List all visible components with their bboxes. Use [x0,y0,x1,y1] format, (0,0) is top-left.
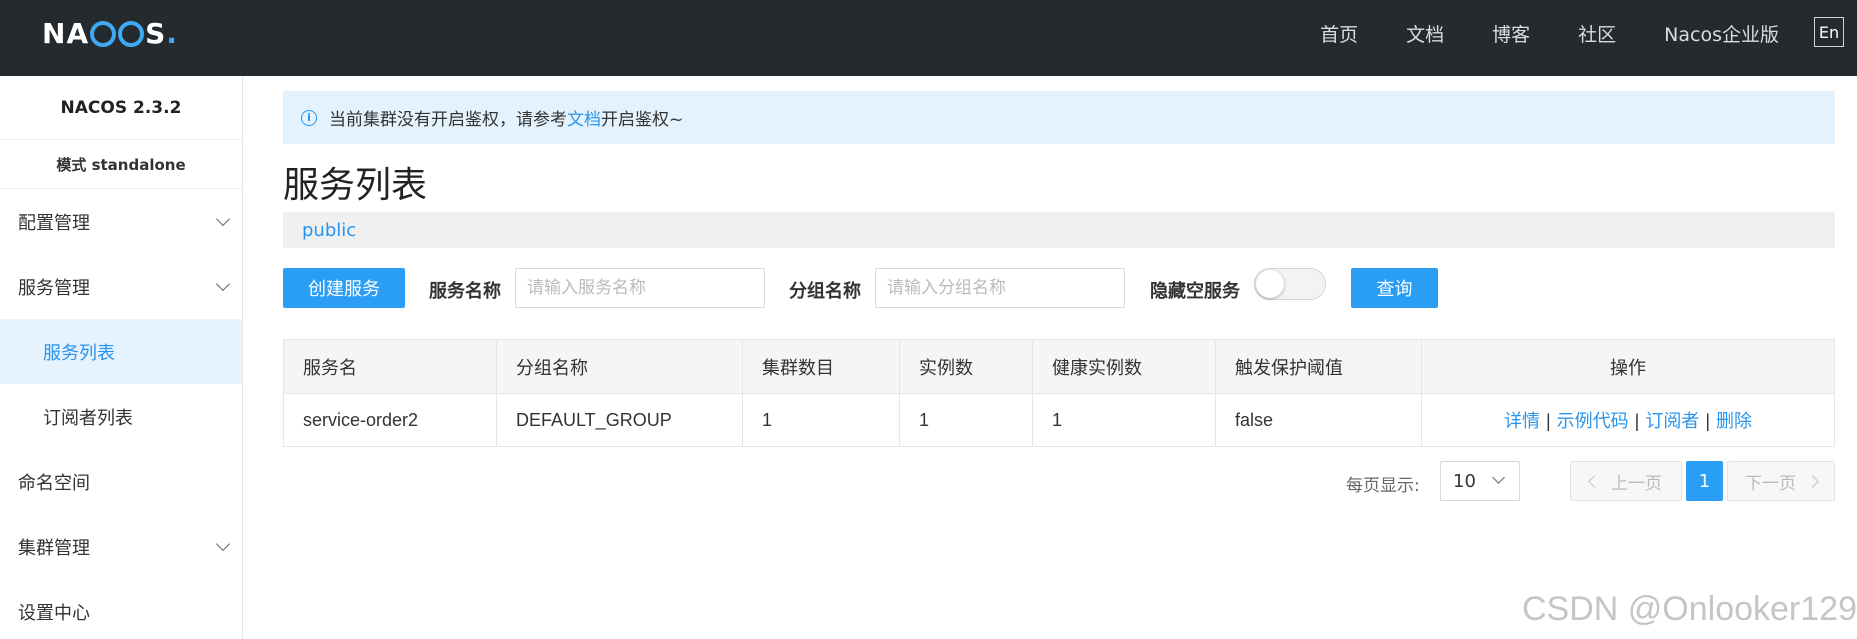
service-name-label: 服务名称 [429,281,501,302]
notice-text-before: 当前集群没有开启鉴权，请参考 [329,110,567,130]
namespace-bar: public [283,212,1835,248]
nav-enterprise[interactable]: Nacos企业版 [1664,20,1779,47]
csdn-watermark: CSDN @Onlooker129 [1522,590,1857,628]
top-navigation-bar: NAS. 首页 文档 博客 社区 Nacos企业版 En [0,0,1857,76]
separator: | [1545,411,1551,431]
column-header-instance-count: 实例数 [899,339,1033,394]
sample-code-link[interactable]: 示例代码 [1557,411,1629,431]
service-name-input[interactable] [515,268,765,308]
create-service-button[interactable]: 创建服务 [283,268,405,308]
language-switch-button[interactable]: En [1814,17,1844,47]
cell-group-name: DEFAULT_GROUP [496,393,743,447]
page-size-value: 10 [1453,470,1476,492]
column-header-cluster-count: 集群数目 [742,339,900,394]
namespace-public[interactable]: public [302,220,356,241]
page-title: 服务列表 [283,165,428,206]
chevron-down-icon [215,536,231,551]
nav-community[interactable]: 社区 [1578,20,1616,47]
sidebar: NACOS 2.3.2 模式 standalone 配置管理 服务管理 服务列表… [0,76,243,639]
column-header-protect-threshold: 触发保护阈值 [1215,339,1422,394]
group-name-input[interactable] [875,268,1125,308]
column-header-service-name: 服务名 [283,339,497,394]
version-label: NACOS 2.3.2 [0,76,242,140]
column-header-actions: 操作 [1421,339,1835,394]
cell-instance-count: 1 [899,393,1033,447]
column-header-healthy-instances: 健康实例数 [1032,339,1216,394]
sidebar-item-label: 配置管理 [18,212,90,234]
nav-docs[interactable]: 文档 [1406,20,1444,47]
chevron-down-icon [215,211,231,226]
service-table: 服务名 分组名称 集群数目 实例数 健康实例数 触发保护阈值 操作 servic… [283,339,1835,447]
chevron-right-icon [1806,474,1819,488]
sidebar-item-label: 服务管理 [18,277,90,299]
next-page-label: 下一页 [1745,473,1796,494]
chevron-down-icon [215,276,231,291]
subscribers-link[interactable]: 订阅者 [1645,411,1699,431]
current-page-button[interactable]: 1 [1686,461,1723,501]
query-button[interactable]: 查询 [1351,268,1438,308]
prev-page-label: 上一页 [1611,473,1662,494]
prev-page-button[interactable]: 上一页 [1570,461,1682,501]
nav-home[interactable]: 首页 [1320,20,1358,47]
cell-protect-threshold: false [1215,393,1422,447]
sidebar-item-cluster-management[interactable]: 集群管理 [0,514,242,579]
group-name-label: 分组名称 [789,281,861,302]
page-size-select[interactable]: 10 [1440,461,1520,501]
auth-notice: i 当前集群没有开启鉴权，请参考 文档 开启鉴权~ [283,91,1835,144]
chevron-left-icon [1588,474,1601,488]
table-row: service-order2 DEFAULT_GROUP 1 1 1 false… [283,393,1835,447]
separator: | [1705,411,1711,431]
cell-service-name: service-order2 [283,393,497,447]
hide-empty-services-toggle[interactable] [1254,268,1326,300]
column-header-group-name: 分组名称 [496,339,743,394]
notice-text-after: 开启鉴权~ [601,110,684,130]
details-link[interactable]: 详情 [1504,411,1540,431]
nav-blog[interactable]: 博客 [1492,20,1530,47]
sidebar-item-label: 命名空间 [18,472,90,494]
page-size-label: 每页显示: [1346,476,1420,496]
delete-link[interactable]: 删除 [1716,411,1752,431]
table-header-row: 服务名 分组名称 集群数目 实例数 健康实例数 触发保护阈值 操作 [283,339,1835,394]
sidebar-item-subscriber-list[interactable]: 订阅者列表 [0,384,242,449]
cell-actions: 详情 | 示例代码 | 订阅者 | 删除 [1421,393,1835,447]
sidebar-item-config-management[interactable]: 配置管理 [0,189,242,254]
sidebar-item-namespace[interactable]: 命名空间 [0,449,242,514]
sidebar-item-service-list[interactable]: 服务列表 [0,319,242,384]
sidebar-item-label: 集群管理 [18,537,90,559]
notice-docs-link[interactable]: 文档 [567,105,601,130]
sidebar-item-label: 设置中心 [18,602,90,624]
separator: | [1634,411,1640,431]
chevron-down-icon [1492,471,1505,484]
cell-cluster-count: 1 [742,393,900,447]
sidebar-item-settings-center[interactable]: 设置中心 [0,579,242,639]
nacos-logo[interactable]: NAS. [42,16,178,50]
sidebar-item-service-management[interactable]: 服务管理 [0,254,242,319]
info-icon: i [301,109,317,126]
top-nav: 首页 文档 博客 社区 Nacos企业版 [1272,0,1779,66]
mode-label: 模式 standalone [0,140,242,189]
cell-healthy-instances: 1 [1032,393,1216,447]
next-page-button[interactable]: 下一页 [1727,461,1835,501]
toggle-knob [1256,270,1284,298]
hide-empty-services-label: 隐藏空服务 [1150,281,1240,302]
